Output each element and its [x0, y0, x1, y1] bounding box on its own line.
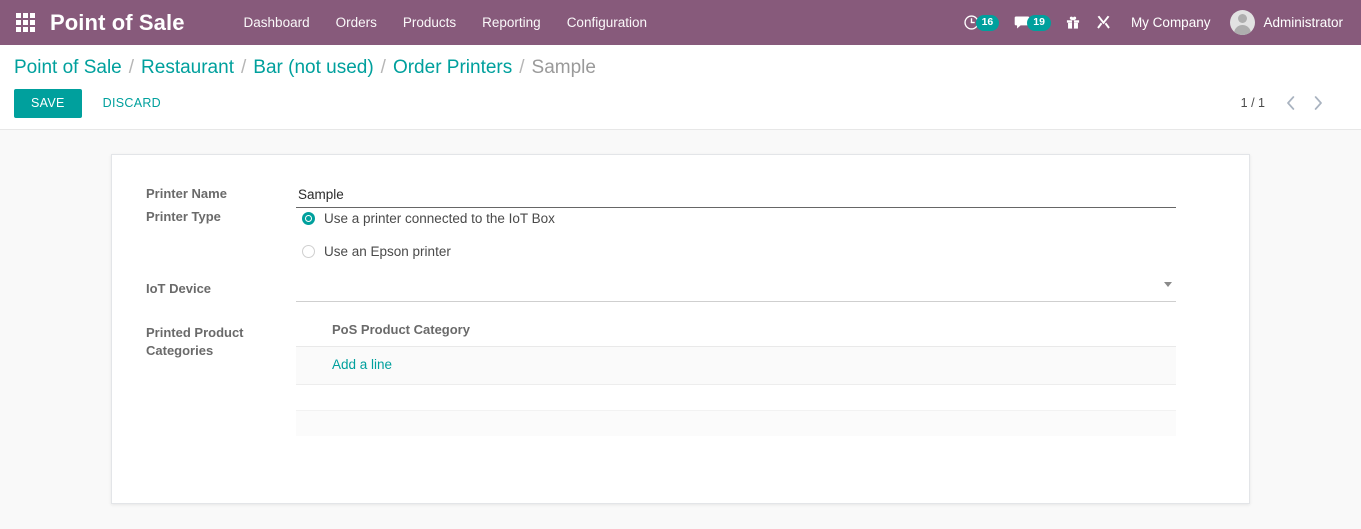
breadcrumb-item-bar[interactable]: Bar (not used) [253, 57, 373, 79]
pager-previous-button[interactable] [1277, 90, 1303, 116]
add-a-line-link[interactable]: Add a line [332, 357, 392, 372]
iot-device-label: IoT Device [146, 280, 212, 296]
apps-grid-icon [15, 13, 35, 32]
activities-menu[interactable]: 16 [956, 10, 1007, 35]
field-row-printer-name: Printer Name [146, 184, 1213, 208]
systray: 16 19 My Company Administrator [956, 6, 1349, 39]
table-spacer-row [296, 384, 1176, 410]
messages-menu[interactable]: 19 [1006, 10, 1058, 35]
printer-type-option-epson[interactable]: Use an Epson printer [296, 241, 1213, 262]
breadcrumb-item-current: Sample [531, 57, 596, 78]
breadcrumb-separator: / [519, 57, 525, 78]
chevron-down-icon[interactable] [1164, 281, 1172, 287]
content-area: Printer Name Printer Type Use a printer … [0, 129, 1361, 522]
add-a-line-row[interactable]: Add a line [296, 346, 1176, 385]
printer-name-input[interactable] [296, 184, 1176, 208]
debug-menu[interactable] [1088, 10, 1119, 35]
radio-unselected-icon[interactable] [302, 244, 315, 258]
breadcrumb-separator: / [380, 57, 386, 78]
pager-value: 1 / 1 [1240, 96, 1265, 111]
messages-badge: 19 [1027, 14, 1051, 31]
printer-type-label: Printer Type [146, 208, 221, 224]
printer-type-option-label: Use an Epson printer [324, 243, 451, 259]
form-fields-table: Printer Name Printer Type Use a printer … [146, 184, 1213, 436]
menu-item-dashboard[interactable]: Dashboard [231, 9, 323, 36]
printed-product-categories-label: Printed Product Categories [146, 324, 244, 358]
breadcrumb-separator: / [240, 57, 247, 78]
iot-device-field[interactable] [296, 278, 1176, 302]
product-category-table: PoS Product Category Add a line [296, 317, 1176, 436]
printer-type-option-label: Use a printer connected to the IoT Box [324, 210, 555, 226]
breadcrumb-item-restaurant[interactable]: Restaurant [141, 57, 234, 79]
app-brand-title[interactable]: Point of Sale [50, 10, 185, 36]
apps-menu-toggle[interactable] [8, 8, 42, 38]
main-menu: Dashboard Orders Products Reporting Conf… [231, 9, 660, 36]
gift-menu[interactable] [1058, 10, 1088, 35]
menu-item-orders[interactable]: Orders [323, 9, 390, 36]
iot-device-input[interactable] [298, 280, 1158, 295]
company-switcher[interactable]: My Company [1119, 9, 1223, 36]
printed-product-categories-list: PoS Product Category Add a line [296, 317, 1176, 436]
pager: 1 / 1 [1231, 90, 1347, 116]
user-name: Administrator [1263, 15, 1343, 30]
save-button[interactable]: SAVE [14, 89, 82, 118]
control-panel: Point of Sale / Restaurant / Bar (not us… [0, 45, 1361, 130]
menu-item-products[interactable]: Products [390, 9, 469, 36]
form-sheet: Printer Name Printer Type Use a printer … [111, 153, 1250, 504]
menu-item-reporting[interactable]: Reporting [469, 9, 554, 36]
breadcrumb-separator: / [128, 57, 135, 78]
wrench-tools-icon [1097, 15, 1110, 29]
control-panel-buttons: SAVE DISCARD 1 / 1 [14, 83, 1347, 129]
breadcrumb-item-order-printers[interactable]: Order Printers [393, 57, 512, 79]
chevron-left-icon [1286, 96, 1294, 111]
column-header-pos-product-category: PoS Product Category [296, 317, 1176, 347]
discard-button[interactable]: DISCARD [90, 89, 174, 118]
radio-selected-icon[interactable] [302, 211, 315, 225]
menu-item-configuration[interactable]: Configuration [554, 9, 660, 36]
printer-type-option-iot-box[interactable]: Use a printer connected to the IoT Box [296, 208, 1213, 229]
chevron-right-icon [1314, 96, 1322, 111]
table-footer-row [296, 409, 1176, 436]
activities-badge: 16 [975, 14, 1000, 31]
avatar [1230, 10, 1256, 35]
gift-icon [1066, 16, 1080, 29]
pager-next-button[interactable] [1305, 90, 1331, 116]
field-row-iot-device: IoT Device [146, 262, 1213, 302]
user-menu[interactable]: Administrator [1222, 6, 1349, 39]
field-row-printed-product-categories: Printed Product Categories PoS Product C… [146, 302, 1213, 436]
breadcrumb: Point of Sale / Restaurant / Bar (not us… [14, 45, 1347, 83]
printer-name-label: Printer Name [146, 185, 227, 201]
breadcrumb-item-point-of-sale[interactable]: Point of Sale [14, 57, 122, 79]
table-header-row: PoS Product Category [296, 317, 1176, 347]
field-row-printer-type: Printer Type Use a printer connected to … [146, 208, 1213, 262]
top-navbar: Point of Sale Dashboard Orders Products … [0, 0, 1361, 45]
